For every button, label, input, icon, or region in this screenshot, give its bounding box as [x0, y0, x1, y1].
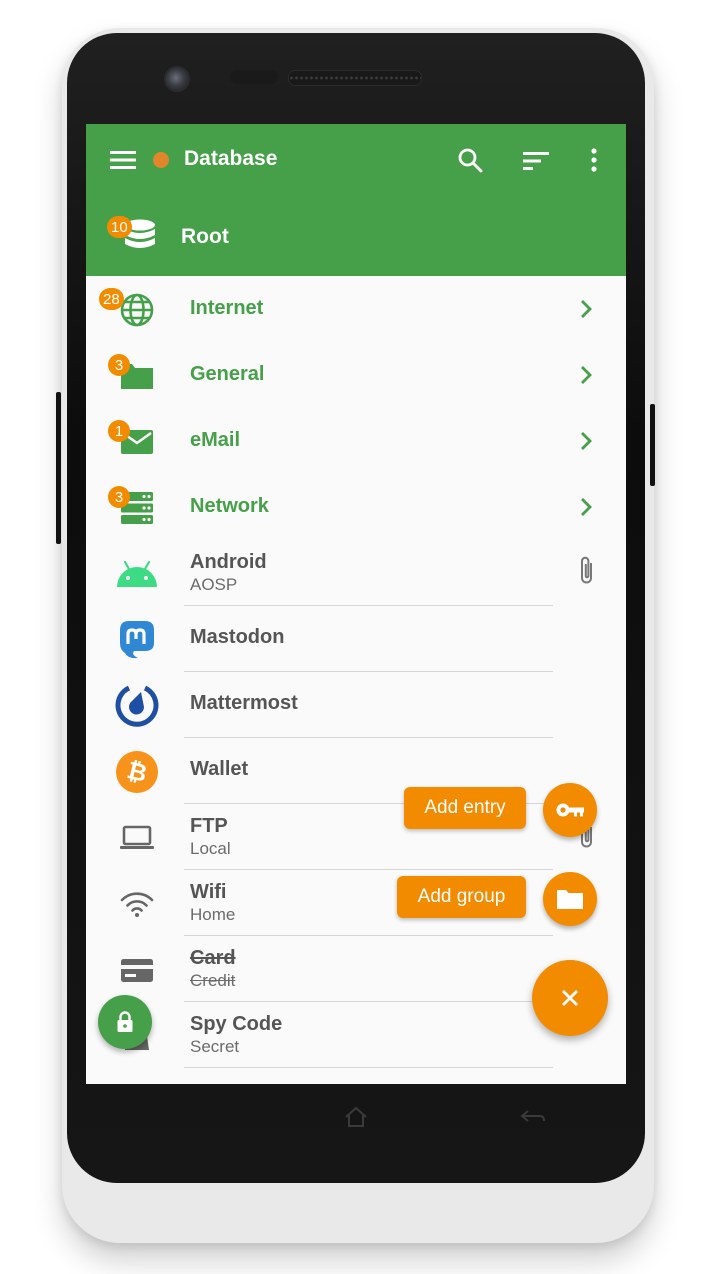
sort-icon[interactable] — [520, 146, 552, 176]
back-icon[interactable] — [520, 1109, 546, 1125]
volume-button — [56, 392, 61, 544]
entry-subtitle: AOSP — [190, 575, 238, 594]
add-entry-label[interactable]: Add entry — [404, 787, 526, 829]
group-row-email[interactable]: 1 eMail — [86, 408, 626, 474]
entry-title: Wifi — [190, 881, 227, 903]
lock-icon — [117, 1011, 133, 1032]
root-count-badge: 10 — [107, 216, 132, 238]
group-title: Network — [190, 495, 269, 517]
proximity-sensor — [207, 73, 215, 81]
chevron-right-icon — [581, 498, 592, 516]
entry-subtitle: Credit — [190, 971, 236, 990]
group-row-network[interactable]: 3 Network — [86, 474, 626, 540]
entry-title: Android — [190, 551, 267, 573]
count-badge: 28 — [99, 288, 124, 310]
android-icon — [114, 554, 160, 594]
entry-title: Mattermost — [190, 692, 298, 714]
credit-card-icon — [114, 950, 160, 990]
group-title: Internet — [190, 297, 264, 319]
entry-row-wallet[interactable]: ₿ Wallet — [86, 738, 626, 804]
mastodon-icon — [114, 620, 160, 660]
wifi-icon — [114, 884, 160, 924]
close-icon — [562, 990, 578, 1006]
row-divider — [184, 1067, 553, 1068]
earpiece-speaker — [288, 70, 422, 86]
count-badge: 1 — [108, 420, 130, 442]
laptop-icon — [114, 818, 160, 858]
group-title: eMail — [190, 429, 241, 451]
system-navigation-bar — [86, 1084, 626, 1150]
group-row-internet[interactable]: 28 Internet — [86, 276, 626, 342]
entry-row-mastodon[interactable]: Mastodon — [86, 606, 626, 672]
count-badge: 3 — [108, 486, 130, 508]
chevron-right-icon — [581, 366, 592, 384]
lock-database-button[interactable] — [98, 995, 152, 1049]
bitcoin-icon: ₿ — [114, 751, 160, 793]
ear-sensor — [230, 70, 278, 84]
menu-icon[interactable] — [108, 146, 138, 174]
app-screen: Database 10 Root 28 Internet 3 General 1… — [86, 124, 626, 1084]
key-icon — [556, 803, 584, 817]
add-group-button[interactable] — [543, 872, 597, 926]
power-button — [650, 404, 655, 486]
group-row-general[interactable]: 3 General — [86, 342, 626, 408]
entry-subtitle: Secret — [190, 1037, 240, 1056]
database-title[interactable]: Database — [184, 147, 277, 171]
search-icon[interactable] — [454, 144, 486, 176]
entry-row-android[interactable]: Android AOSP — [86, 540, 626, 606]
count-badge: 3 — [108, 354, 130, 376]
front-camera — [164, 66, 190, 92]
root-group-title[interactable]: Root — [181, 225, 229, 249]
add-entry-button[interactable] — [543, 783, 597, 837]
chevron-right-icon — [581, 300, 592, 318]
entry-title: Mastodon — [190, 626, 285, 648]
mattermost-icon — [114, 685, 160, 727]
attachment-icon — [581, 556, 592, 584]
add-group-label[interactable]: Add group — [397, 876, 526, 918]
entry-subtitle: Local — [190, 839, 231, 858]
entry-title: FTP — [190, 815, 228, 837]
folder-icon — [557, 890, 583, 909]
entry-title: Wallet — [190, 758, 249, 780]
database-status-dot — [153, 152, 169, 168]
app-toolbar: Database 10 Root — [86, 124, 626, 276]
entry-title: Spy Code — [190, 1013, 283, 1035]
more-vert-icon[interactable] — [582, 144, 606, 176]
entry-title: Card — [190, 947, 236, 969]
chevron-right-icon — [581, 432, 592, 450]
home-icon[interactable] — [344, 1106, 368, 1128]
close-speed-dial-button[interactable] — [532, 960, 608, 1036]
entry-row-mattermost[interactable]: Mattermost — [86, 672, 626, 738]
entry-subtitle: Home — [190, 905, 236, 924]
group-title: General — [190, 363, 265, 385]
